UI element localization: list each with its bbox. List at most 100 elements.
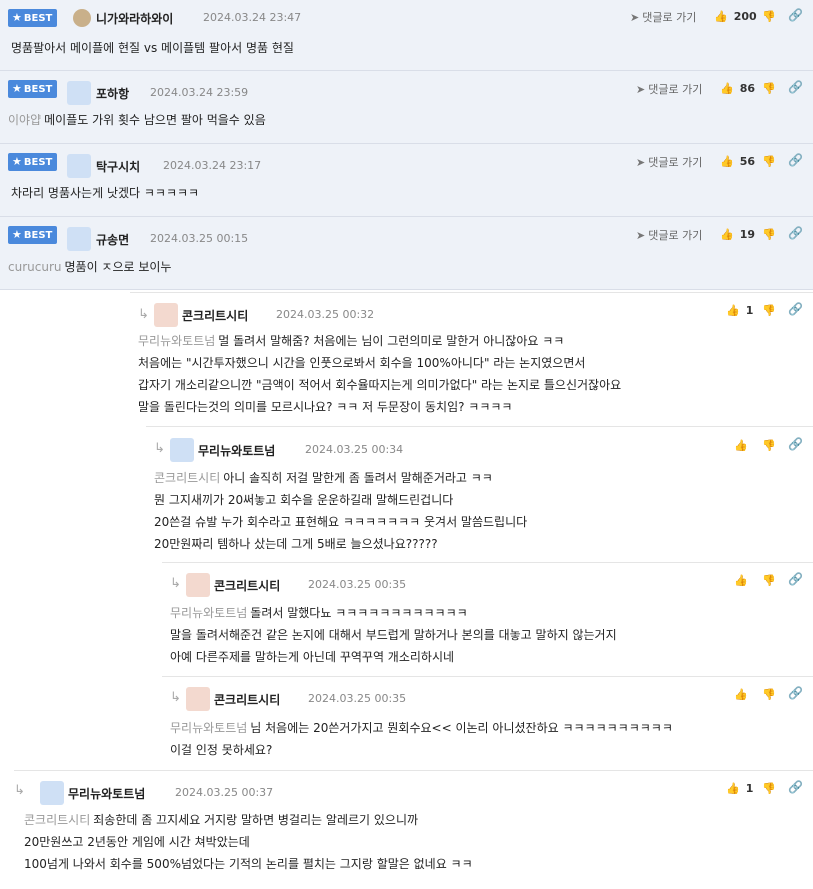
avatar[interactable]	[170, 438, 194, 462]
avatar[interactable]	[186, 687, 210, 711]
link-icon[interactable]: 🔗	[788, 437, 803, 451]
link-icon[interactable]: 🔗	[788, 686, 803, 700]
comment-date: 2024.03.24 23:47	[203, 11, 302, 24]
link-icon[interactable]: 🔗	[788, 226, 803, 240]
comment-date: 2024.03.25 00:37	[175, 786, 274, 799]
reply-arrow-icon: ↳	[14, 783, 25, 798]
star-icon: ★	[12, 155, 22, 168]
avatar[interactable]	[67, 227, 91, 251]
like-button[interactable]: 👍 86	[720, 82, 755, 95]
star-icon: ★	[12, 82, 22, 95]
avatar[interactable]	[40, 781, 64, 805]
link-icon[interactable]: 🔗	[788, 572, 803, 586]
like-button[interactable]: 👍	[734, 439, 754, 452]
comment-author[interactable]: 니가와라하와이	[96, 10, 173, 27]
comment-author[interactable]: 탁구시치	[96, 158, 140, 175]
comment-author[interactable]: 포하항	[96, 85, 129, 102]
reply-arrow-icon: ↳	[138, 307, 149, 322]
reply-go-link[interactable]: ➤ 댓글로 가기	[636, 154, 702, 170]
comment-date: 2024.03.25 00:35	[308, 692, 407, 705]
comment-date: 2024.03.25 00:32	[276, 308, 375, 321]
like-button[interactable]: 👍	[734, 688, 754, 701]
comment-text: 무리뉴와토트넘 돌려서 말했다뇨 ㅋㅋㅋㅋㅋㅋㅋㅋㅋㅋㅋㅋ 말을 돌려서해준건 같…	[170, 606, 617, 664]
dislike-button[interactable]: 👎	[762, 688, 776, 701]
comment-author[interactable]: 콘크리트시티	[214, 577, 280, 594]
like-button[interactable]: 👍 1	[726, 782, 753, 795]
reply-comment: ↳ 콘크리트시티 2024.03.25 00:35 👍 👎 🔗 무리뉴와토트넘 님…	[162, 676, 813, 769]
thumb-up-icon: 👍	[714, 10, 728, 23]
comment-text: 콘크리트시티 죄송한데 좀 끄지세요 거지랑 말하면 병걸리는 알레르기 있으니까…	[24, 813, 473, 871]
send-icon: ➤	[636, 83, 646, 96]
comment-date: 2024.03.24 23:59	[150, 86, 249, 99]
comment-text: 콘크리트시티 아니 솔직히 저걸 말한게 좀 돌려서 말해준거라고 ㅋㅋ 뭔 그지…	[154, 471, 528, 551]
avatar[interactable]	[154, 303, 178, 327]
best-badge: ★ BEST	[8, 9, 58, 27]
link-icon[interactable]: 🔗	[788, 80, 803, 94]
link-icon[interactable]: 🔗	[788, 302, 803, 316]
best-comment: ★ BEST 니가와라하와이 2024.03.24 23:47 ➤ 댓글로 가기 👍…	[0, 0, 813, 71]
comment-author[interactable]: 무리뉴와토트넘	[68, 785, 145, 802]
dislike-button[interactable]: 👎	[762, 155, 776, 168]
reply-go-link[interactable]: ➤ 댓글로 가기	[636, 227, 702, 243]
reply-comment: ↳ 무리뉴와토트넘 2024.03.25 00:34 👍 👎 🔗 콘크리트시티 아…	[146, 426, 813, 561]
comment-date: 2024.03.24 23:17	[163, 159, 262, 172]
send-icon: ➤	[636, 156, 646, 169]
comment-date: 2024.03.25 00:34	[305, 443, 404, 456]
comment-author[interactable]: 콘크리트시티	[182, 307, 248, 324]
reply-comment: ↳ 콘크리트시티 2024.03.25 00:35 👍 👎 🔗 무리뉴와토트넘 돌…	[162, 562, 813, 675]
dislike-button[interactable]: 👎	[762, 10, 776, 23]
comment-date: 2024.03.25 00:35	[308, 578, 407, 591]
dislike-button[interactable]: 👎	[762, 782, 776, 795]
reply-go-link[interactable]: ➤ 댓글로 가기	[636, 81, 702, 97]
thumb-up-icon: 👍	[726, 782, 740, 795]
avatar[interactable]	[70, 6, 94, 30]
best-comment: ★ BEST 포하항 2024.03.24 23:59 ➤ 댓글로 가기 👍 86 👎…	[0, 71, 813, 144]
reply-go-link[interactable]: ➤ 댓글로 가기	[630, 9, 696, 25]
thumb-up-icon: 👍	[734, 688, 748, 701]
like-button[interactable]: 👍 1	[726, 304, 753, 317]
thumb-up-icon: 👍	[720, 82, 734, 95]
comment-text: curucuru 명품이 ㅈ으로 보이누	[8, 260, 172, 274]
comment-date: 2024.03.25 00:15	[150, 232, 249, 245]
best-comment: ★ BEST 탁구시치 2024.03.24 23:17 ➤ 댓글로 가기 👍 56 …	[0, 144, 813, 217]
thumb-up-icon: 👍	[734, 439, 748, 452]
comment-author[interactable]: 무리뉴와토트넘	[198, 442, 275, 459]
dislike-button[interactable]: 👎	[762, 439, 776, 452]
link-icon[interactable]: 🔗	[788, 8, 803, 22]
like-button[interactable]: 👍 56	[720, 155, 755, 168]
dislike-button[interactable]: 👎	[762, 304, 776, 317]
reply-arrow-icon: ↳	[170, 690, 181, 705]
best-badge: ★ BEST	[8, 80, 58, 98]
reply-comment: ↳ 콘크리트시티 2024.03.25 00:32 👍 1 👎 🔗 무리뉴와토트넘…	[130, 292, 813, 425]
star-icon: ★	[12, 228, 22, 241]
thumb-up-icon: 👍	[720, 228, 734, 241]
star-icon: ★	[12, 11, 22, 24]
avatar[interactable]	[186, 573, 210, 597]
like-button[interactable]: 👍	[734, 574, 754, 587]
dislike-button[interactable]: 👎	[762, 574, 776, 587]
link-icon[interactable]: 🔗	[788, 780, 803, 794]
reply-arrow-icon: ↳	[170, 576, 181, 591]
comment-author[interactable]: 콘크리트시티	[214, 691, 280, 708]
best-badge: ★ BEST	[8, 153, 58, 171]
dislike-button[interactable]: 👎	[762, 228, 776, 241]
send-icon: ➤	[630, 11, 640, 24]
comment-text: 무리뉴와토트넘 멀 돌려서 말해줌? 처음에는 님이 그런의미로 말한거 아니잖아…	[138, 334, 622, 414]
avatar[interactable]	[67, 81, 91, 105]
thumb-up-icon: 👍	[734, 574, 748, 587]
dislike-button[interactable]: 👎	[762, 82, 776, 95]
comment-author[interactable]: 규송면	[96, 231, 129, 248]
thumb-up-icon: 👍	[720, 155, 734, 168]
like-button[interactable]: 👍 200	[714, 10, 757, 23]
like-button[interactable]: 👍 19	[720, 228, 755, 241]
avatar[interactable]	[67, 154, 91, 178]
reply-comment: ↳ 무리뉴와토트넘 2024.03.25 00:37 👍 1 👎 🔗 콘크리트시티…	[14, 770, 813, 889]
comment-text: 차라리 명품사는게 낫겠다 ㅋㅋㅋㅋㅋ	[11, 186, 200, 200]
comment-text: 이야얍 메이플도 가위 횟수 남으면 팔아 먹을수 있음	[8, 113, 266, 127]
comment-text: 명품팔아서 메이플에 현질 vs 메이플템 팔아서 명품 현질	[11, 41, 294, 55]
best-badge: ★ BEST	[8, 226, 58, 244]
link-icon[interactable]: 🔗	[788, 153, 803, 167]
reply-arrow-icon: ↳	[154, 441, 165, 456]
send-icon: ➤	[636, 229, 646, 242]
best-comment: ★ BEST 규송면 2024.03.25 00:15 ➤ 댓글로 가기 👍 19 👎…	[0, 217, 813, 290]
